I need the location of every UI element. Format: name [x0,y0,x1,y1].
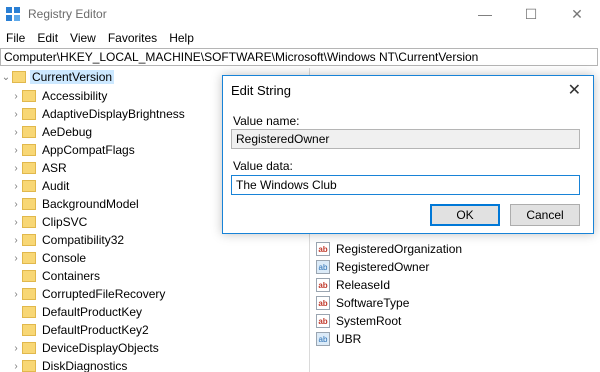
folder-icon [22,162,36,174]
tree-item[interactable]: › Console [0,249,307,267]
tree-root-label: CurrentVersion [30,70,115,84]
tree-item[interactable]: › DeviceDisplayObjects [0,339,307,357]
chevron-right-icon[interactable]: › [10,127,22,138]
folder-icon [22,90,36,102]
string-value-icon: ab [316,278,330,292]
value-row[interactable]: ab UBR [316,330,600,348]
folder-icon [22,216,36,228]
dialog-title: Edit String [231,83,291,98]
chevron-right-icon[interactable]: › [10,181,22,192]
folder-icon [22,252,36,264]
tree-item-label: ClipSVC [42,215,88,229]
menu-favorites[interactable]: Favorites [102,31,163,45]
string-value-icon: ab [316,296,330,310]
value-row[interactable]: ab SoftwareType [316,294,600,312]
binary-value-icon: ab [316,260,330,274]
dialog-close-icon[interactable]: ✕ [568,80,581,100]
value-name: ReleaseId [336,278,391,292]
tree-item-label: DefaultProductKey2 [42,323,149,337]
title-bar: Registry Editor — ☐ ✕ [0,0,600,28]
value-name-label: Value name: [233,114,300,128]
value-name: SystemRoot [336,314,402,328]
binary-value-icon: ab [316,332,330,346]
value-name: RegisteredOwner [336,260,430,274]
tree-item-label: Compatibility32 [42,233,125,247]
tree-item-label: BackgroundModel [42,197,139,211]
tree-item[interactable]: › DiskDiagnostics [0,357,307,372]
tree-item-label: DefaultProductKey [42,305,143,319]
chevron-right-icon[interactable]: › [10,235,22,246]
string-value-icon: ab [316,314,330,328]
tree-item-label: DiskDiagnostics [42,359,128,372]
folder-icon [22,234,36,246]
edit-string-dialog: Edit String ✕ Value name: Value data: OK… [222,75,594,234]
address-path: Computer\HKEY_LOCAL_MACHINE\SOFTWARE\Mic… [4,50,479,64]
tree-item-label: DeviceDisplayObjects [42,341,159,355]
address-bar[interactable]: Computer\HKEY_LOCAL_MACHINE\SOFTWARE\Mic… [0,48,598,66]
registry-editor-icon [6,7,20,21]
tree-item[interactable]: DefaultProductKey [0,303,307,321]
cancel-button[interactable]: Cancel [510,204,580,226]
folder-icon [22,180,36,192]
maximize-button[interactable]: ☐ [508,0,554,28]
value-name-field [231,129,580,149]
tree-item[interactable]: › CorruptedFileRecovery [0,285,307,303]
menu-view[interactable]: View [64,31,102,45]
tree-item-label: CorruptedFileRecovery [42,287,166,301]
value-row[interactable]: ab ReleaseId [316,276,600,294]
folder-icon [22,342,36,354]
folder-icon [22,306,36,318]
tree-item[interactable]: DefaultProductKey2 [0,321,307,339]
chevron-down-icon[interactable]: ⌄ [0,72,12,83]
ok-button[interactable]: OK [430,204,500,226]
folder-icon [22,288,36,300]
chevron-right-icon[interactable]: › [10,199,22,210]
value-name: SoftwareType [336,296,410,310]
tree-item-label: Console [42,251,87,265]
menu-file[interactable]: File [0,31,31,45]
tree-item-label: ASR [42,161,67,175]
folder-icon [22,108,36,120]
folder-icon [22,126,36,138]
chevron-right-icon[interactable]: › [10,217,22,228]
chevron-right-icon[interactable]: › [10,145,22,156]
tree-item[interactable]: Containers [0,267,307,285]
value-name: RegisteredOrganization [336,242,463,256]
chevron-right-icon[interactable]: › [10,343,22,354]
tree-item-label: AdaptiveDisplayBrightness [42,107,185,121]
folder-icon [22,324,36,336]
minimize-button[interactable]: — [462,0,508,28]
tree-item-label: AppCompatFlags [42,143,135,157]
folder-icon [22,360,36,372]
string-value-icon: ab [316,242,330,256]
tree-item-label: AeDebug [42,125,93,139]
chevron-right-icon[interactable]: › [10,109,22,120]
tree-item-label: Accessibility [42,89,108,103]
folder-open-icon [12,71,26,83]
value-data-input[interactable] [231,175,580,195]
chevron-right-icon[interactable]: › [10,253,22,264]
chevron-right-icon[interactable]: › [10,361,22,372]
folder-icon [22,144,36,156]
value-row[interactable]: ab RegisteredOwner [316,258,600,276]
folder-icon [22,198,36,210]
value-row[interactable]: ab SystemRoot [316,312,600,330]
folder-icon [22,270,36,282]
window-title: Registry Editor [28,7,107,21]
menu-help[interactable]: Help [163,31,200,45]
menu-edit[interactable]: Edit [31,31,64,45]
chevron-right-icon[interactable]: › [10,289,22,300]
chevron-right-icon[interactable]: › [10,163,22,174]
chevron-right-icon[interactable]: › [10,91,22,102]
close-button[interactable]: ✕ [554,0,600,28]
value-name: UBR [336,332,362,346]
tree-item-label: Containers [42,269,101,283]
menu-bar: File Edit View Favorites Help [0,28,600,48]
tree-item-label: Audit [42,179,70,193]
value-list: ab RegisteredOrganization ab RegisteredO… [316,240,600,348]
value-data-label: Value data: [233,159,293,173]
value-row[interactable]: ab RegisteredOrganization [316,240,600,258]
